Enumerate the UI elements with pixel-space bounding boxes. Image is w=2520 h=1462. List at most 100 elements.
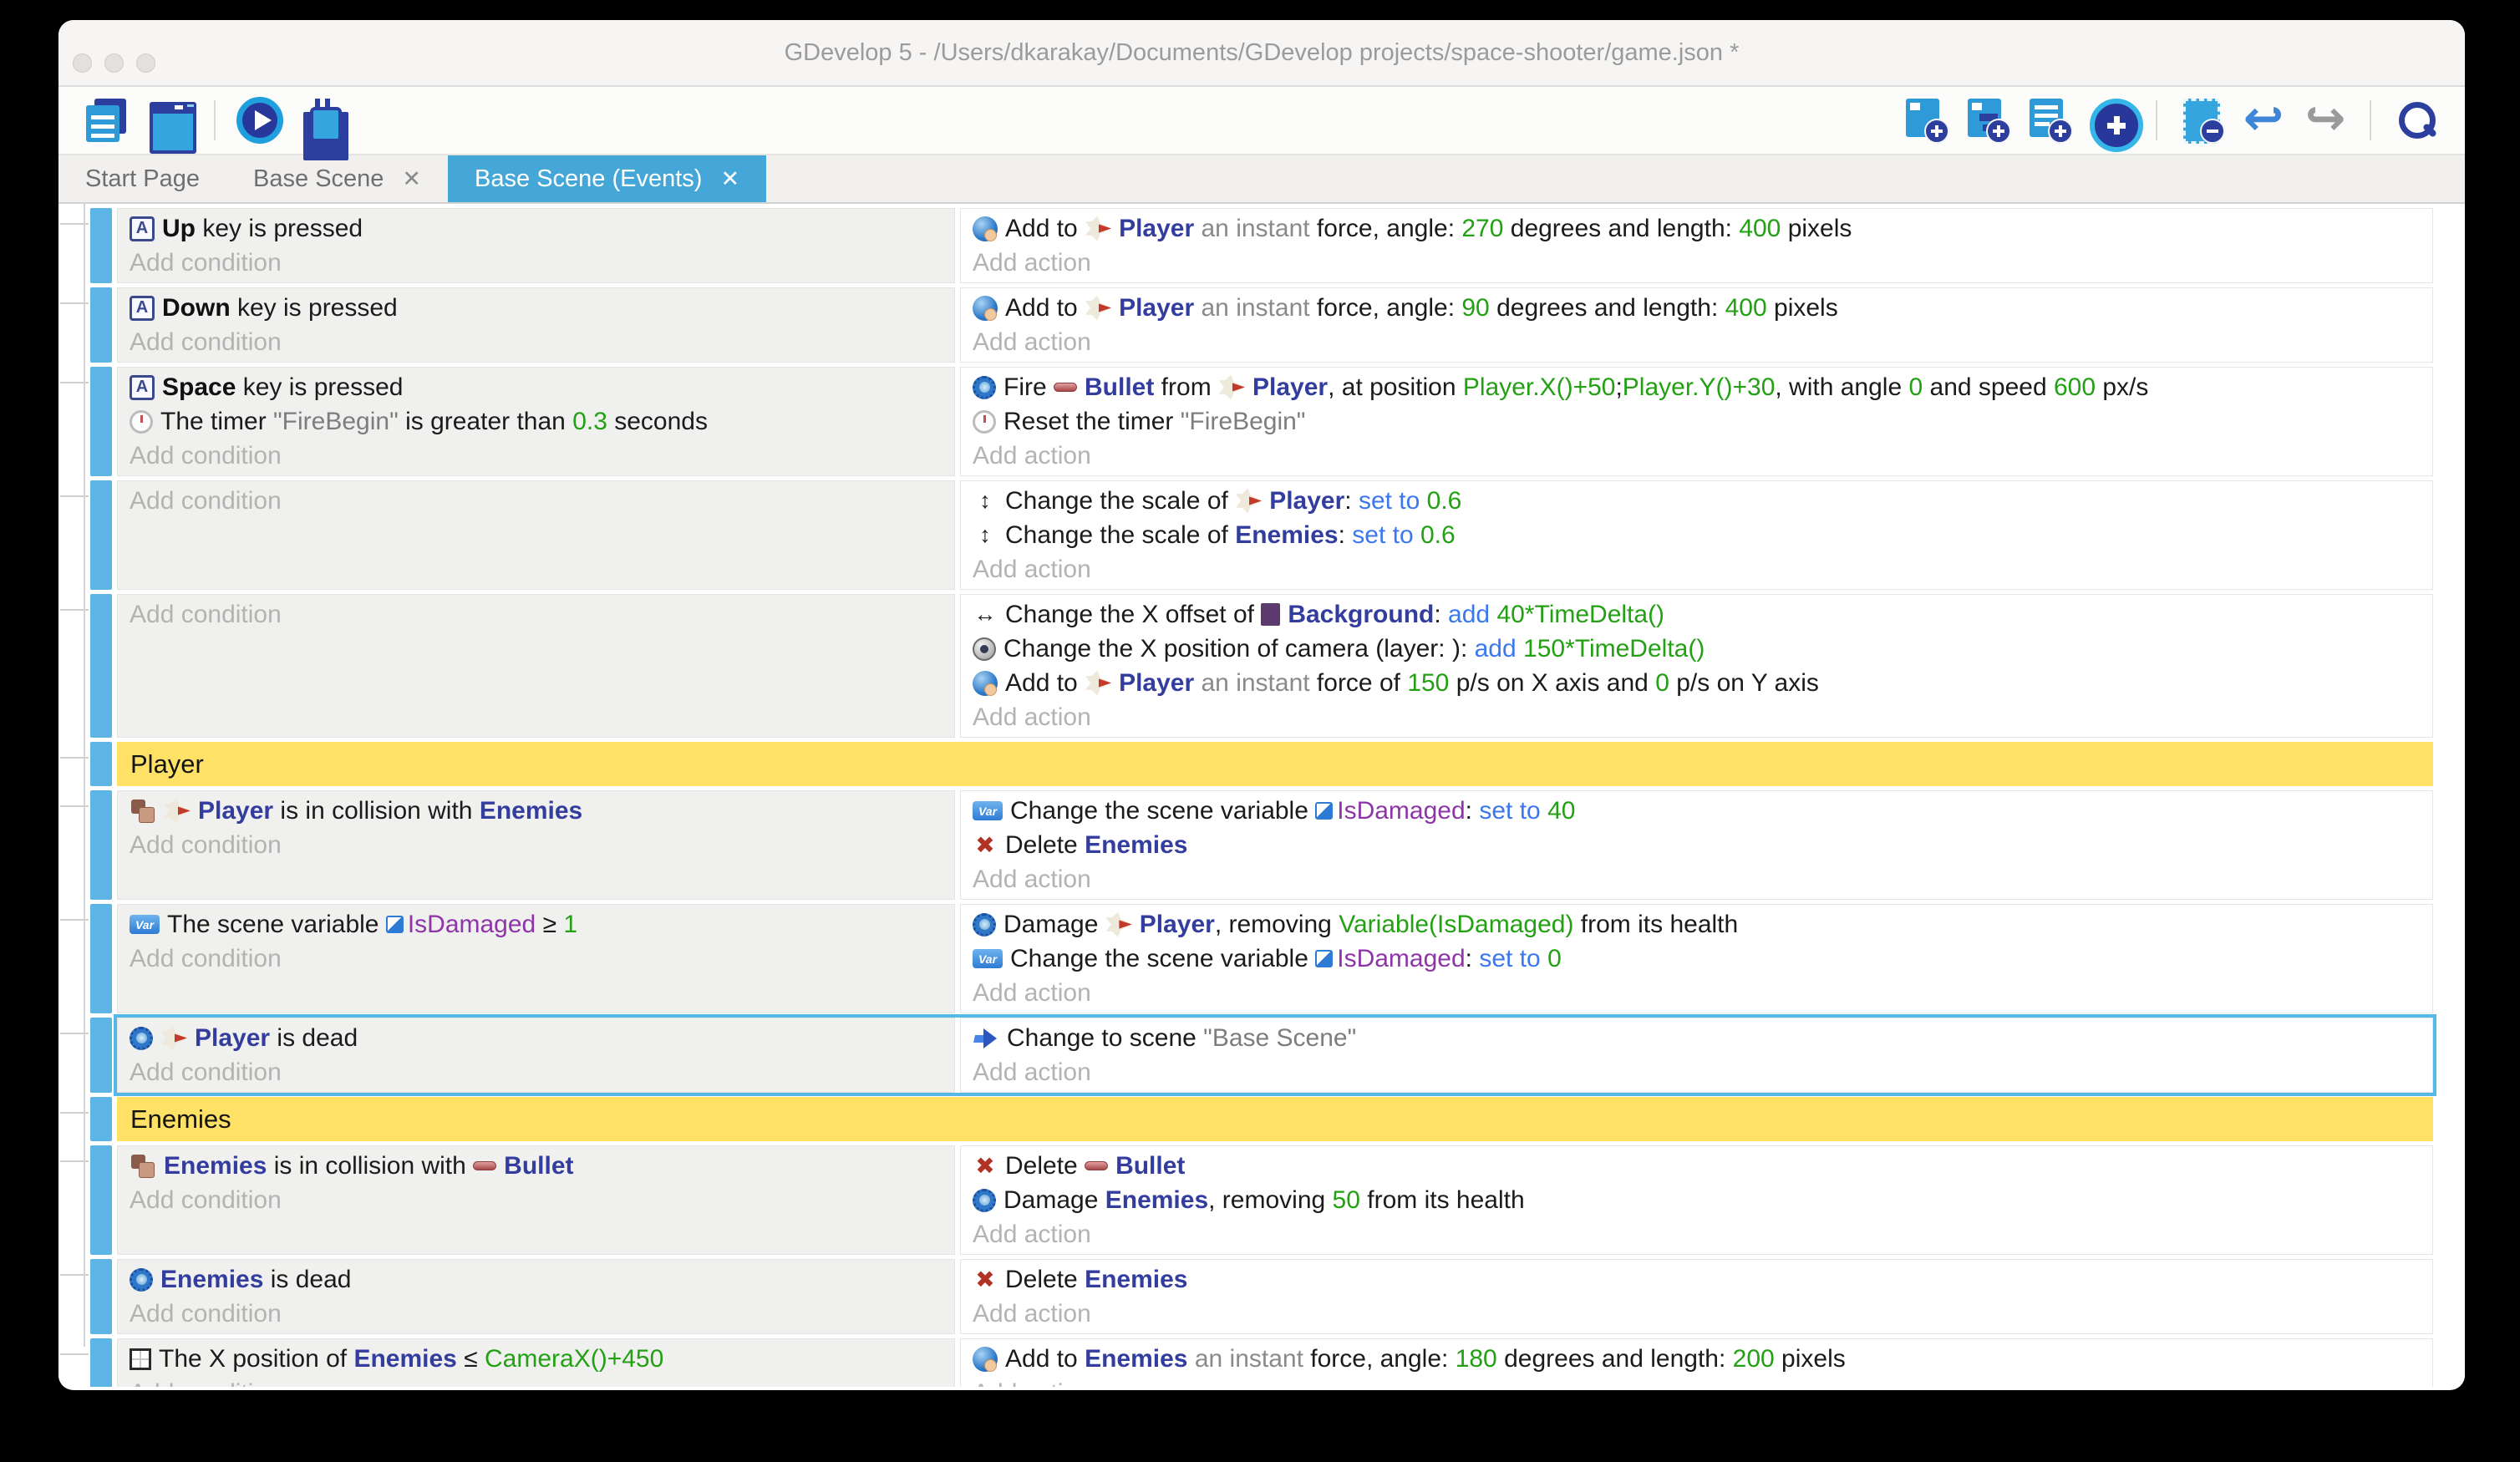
bullet-icon [1054,383,1077,392]
sentence-segment: Down [162,294,231,322]
add-condition-button[interactable]: Add condition [130,942,944,976]
add-subevent-icon[interactable] [1964,97,2011,144]
action-sentence[interactable]: Change the X offset of Background: add 4… [973,597,2422,632]
add-action-button[interactable]: Add action [973,246,2422,280]
event-row[interactable]: Up key is pressedAdd condition Add to Pla… [117,208,2433,283]
add-condition-button[interactable]: Add condition [130,484,944,518]
gear-icon [973,913,996,937]
event-row-selected[interactable]: Player is deadAdd condition Change to sce… [117,1018,2433,1093]
add-action-button[interactable]: Add action [973,552,2422,586]
tab-base-scene-events-[interactable]: Base Scene (Events)✕ [448,155,766,202]
add-condition-button[interactable]: Add condition [130,1297,944,1331]
action-sentence[interactable]: Damage Player, removing Variable(IsDamag… [973,907,2422,942]
condition-sentence[interactable]: Enemies is dead [130,1262,944,1297]
add-circle-icon[interactable] [2088,97,2135,144]
varbadge-icon [1315,802,1333,820]
action-sentence[interactable]: Damage Enemies, removing 50 from its hea… [973,1183,2422,1217]
add-condition-button[interactable]: Add condition [130,325,944,359]
condition-sentence[interactable]: Player is dead [130,1021,944,1055]
add-action-button[interactable]: Add action [973,700,2422,734]
add-condition-button[interactable]: Add condition [130,246,944,280]
add-action-button[interactable]: Add action [973,862,2422,896]
add-action-button[interactable]: Add action [973,439,2422,473]
add-comment-icon[interactable] [2026,97,2073,144]
toolbar-left-group [77,97,353,144]
add-action-button[interactable]: Add action [973,325,2422,359]
gear-icon [973,376,996,399]
add-condition-button[interactable]: Add condition [130,1055,944,1089]
redo-icon[interactable] [2302,97,2349,144]
sentence-segment: 0 [1655,669,1669,698]
condition-sentence[interactable]: Player is in collision with Enemies [130,794,944,828]
add-condition-button[interactable]: Add condition [130,1376,944,1387]
condition-sentence[interactable]: The X position of Enemies ≤ CameraX()+45… [130,1342,944,1376]
sentence-segment: Change the X position of camera (layer: … [1003,635,1475,663]
xoffset-icon [973,602,998,627]
tab-base-scene[interactable]: Base Scene✕ [226,155,448,202]
action-sentence[interactable]: Change the X position of camera (layer: … [973,632,2422,666]
action-sentence[interactable]: Add to Enemies an instant force, angle: … [973,1342,2422,1376]
gear-icon [130,1268,153,1292]
add-condition-button[interactable]: Add condition [130,828,944,862]
event-row[interactable]: Add condition Change the scale of Player:… [117,480,2433,590]
sentence-segment: Bullet [1115,1152,1185,1180]
add-event-icon[interactable] [1903,97,1949,144]
event-row[interactable]: Down key is pressedAdd condition Add to P… [117,287,2433,363]
debug-icon[interactable] [298,97,345,144]
event-row[interactable]: Enemies is deadAdd condition Delete Enemi… [117,1259,2433,1334]
project-manager-icon[interactable] [84,97,131,144]
search-icon[interactable] [2392,97,2439,144]
scene-editor-icon[interactable] [146,97,193,144]
action-sentence[interactable]: Add to Player an instant force, angle: 9… [973,291,2422,325]
action-sentence[interactable]: Delete Enemies [973,828,2422,862]
event-row[interactable]: The scene variable IsDamaged ≥ 1Add cond… [117,904,2433,1013]
condition-sentence[interactable]: Enemies is in collision with Bullet [130,1149,944,1183]
action-sentence[interactable]: Delete Enemies [973,1262,2422,1297]
condition-sentence[interactable]: Space key is pressed [130,370,944,404]
varbadge-icon [1315,950,1333,967]
event-group-player[interactable]: Player [117,742,2433,786]
condition-sentence[interactable]: The scene variable IsDamaged ≥ 1 [130,907,944,942]
add-condition-button[interactable]: Add condition [130,439,944,473]
event-row[interactable]: Enemies is in collision with BulletAdd c… [117,1145,2433,1255]
add-condition-button[interactable]: Add condition [130,597,944,632]
add-action-button[interactable]: Add action [973,976,2422,1010]
conditions-column: The scene variable IsDamaged ≥ 1Add cond… [117,904,955,1013]
condition-sentence[interactable]: Down key is pressed [130,291,944,325]
add-action-button[interactable]: Add action [973,1376,2422,1387]
play-icon[interactable] [236,97,283,144]
remove-event-icon[interactable] [2178,97,2225,144]
sentence-segment: from [1154,373,1218,402]
tab-start-page[interactable]: Start Page [58,155,226,202]
sentence-segment: Change the scale of [1005,521,1235,550]
undo-icon[interactable] [2240,97,2287,144]
force-icon [973,1347,998,1372]
conditions-column: Enemies is deadAdd condition [117,1259,955,1334]
action-sentence[interactable]: Fire Bullet from Player, at position Pla… [973,370,2422,404]
action-sentence[interactable]: Add to Player an instant force of 150 p/… [973,666,2422,700]
condition-sentence[interactable]: The timer "FireBegin" is greater than 0.… [130,404,944,439]
add-action-button[interactable]: Add action [973,1055,2422,1089]
action-sentence[interactable]: Change the scale of Enemies: set to 0.6 [973,518,2422,552]
close-tab-icon[interactable]: ✕ [402,166,421,192]
action-sentence[interactable]: Change the scene variable IsDamaged: set… [973,794,2422,828]
condition-sentence[interactable]: Up key is pressed [130,211,944,246]
event-row[interactable]: Space key is pressedThe timer "FireBegin… [117,367,2433,476]
event-row[interactable]: The X position of Enemies ≤ CameraX()+45… [117,1338,2433,1387]
title-bar[interactable]: GDevelop 5 - /Users/dkarakay/Documents/G… [58,20,2465,87]
action-sentence[interactable]: Change the scene variable IsDamaged: set… [973,942,2422,976]
action-sentence[interactable]: Change to scene "Base Scene" [973,1021,2422,1055]
event-group-enemies[interactable]: Enemies [117,1097,2433,1141]
sentence-segment: Add to [1005,669,1085,698]
event-row[interactable]: Add condition Change the X offset of Back… [117,594,2433,738]
action-sentence[interactable]: Reset the timer "FireBegin" [973,404,2422,439]
action-sentence[interactable]: Delete Bullet [973,1149,2422,1183]
event-row[interactable]: Player is in collision with EnemiesAdd c… [117,790,2433,900]
add-action-button[interactable]: Add action [973,1297,2422,1331]
sentence-segment: Change the scene variable [1010,797,1315,825]
add-action-button[interactable]: Add action [973,1217,2422,1251]
action-sentence[interactable]: Change the scale of Player: set to 0.6 [973,484,2422,518]
close-tab-icon[interactable]: ✕ [720,166,739,192]
action-sentence[interactable]: Add to Player an instant force, angle: 2… [973,211,2422,246]
add-condition-button[interactable]: Add condition [130,1183,944,1217]
